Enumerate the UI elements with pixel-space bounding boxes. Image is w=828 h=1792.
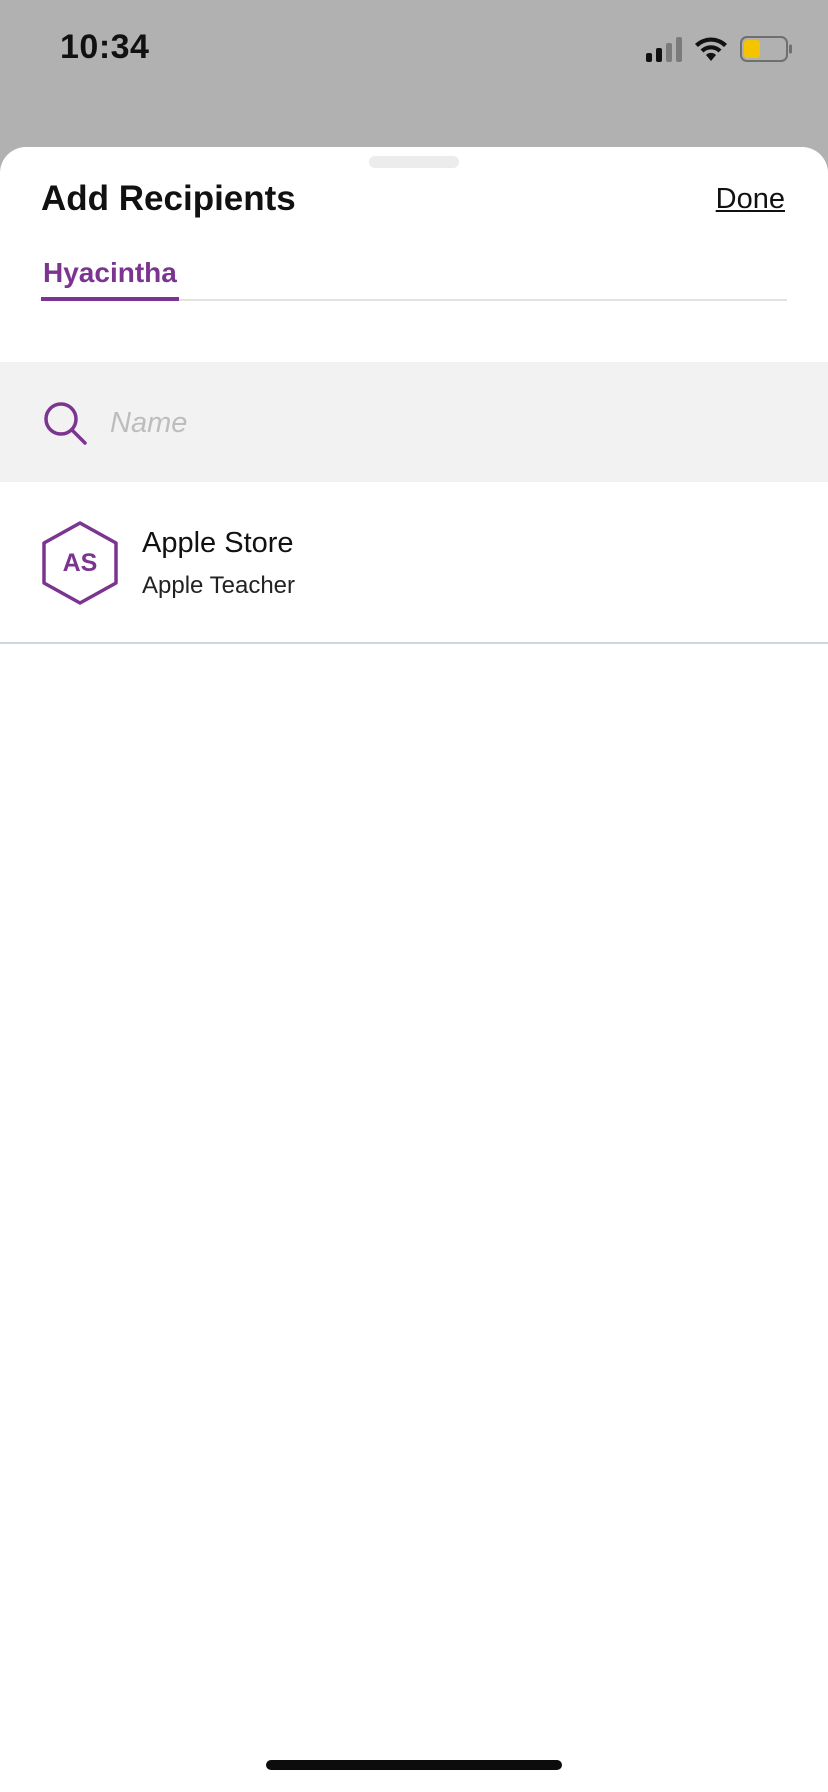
status-bar: 10:34 <box>0 0 828 100</box>
add-recipients-sheet: Add Recipients Done Hyacintha AS Apple S… <box>0 147 828 1792</box>
avatar: AS <box>40 520 120 606</box>
search-bar <box>0 362 828 482</box>
recipient-row[interactable]: AS Apple Store Apple Teacher <box>0 482 828 644</box>
cellular-signal-icon <box>646 36 682 62</box>
search-icon <box>44 402 87 445</box>
done-button[interactable]: Done <box>716 183 785 216</box>
wifi-icon <box>695 37 727 61</box>
search-input[interactable] <box>108 398 792 448</box>
avatar-initials: AS <box>62 548 98 577</box>
screen: 10:34 Add Recipients Done Hyacintha Name… <box>0 0 828 1792</box>
sheet-grabber[interactable] <box>369 156 459 168</box>
battery-icon <box>740 36 792 62</box>
status-time: 10:34 <box>60 28 150 66</box>
tab-hyacintha[interactable]: Hyacintha <box>41 257 179 301</box>
recipient-name: Apple Store <box>142 527 294 559</box>
status-icons <box>646 34 794 64</box>
sheet-title: Add Recipients <box>41 179 296 218</box>
tab-bar: Hyacintha <box>41 249 787 301</box>
home-indicator[interactable] <box>266 1760 562 1770</box>
recipient-subtitle: Apple Teacher <box>142 572 295 599</box>
